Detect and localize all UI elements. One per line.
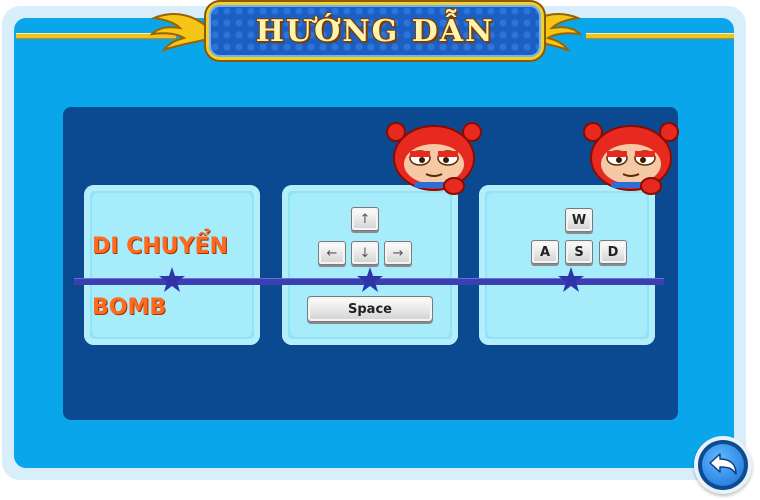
page-title: HƯỚNG DẪN — [255, 13, 495, 49]
back-arrow-icon[interactable] — [708, 452, 738, 478]
space-key: Space — [307, 296, 433, 322]
right-arrow-key: → — [384, 241, 412, 265]
w-key: W — [565, 208, 593, 232]
star-icon — [357, 267, 383, 292]
star-icon — [159, 267, 185, 292]
red-mascot-icon — [583, 122, 679, 195]
labels-card — [84, 185, 260, 345]
title-rule-right — [586, 33, 734, 39]
red-mascot-icon — [386, 122, 482, 195]
up-arrow-key: ↑ — [351, 207, 379, 231]
back-button[interactable] — [694, 436, 752, 494]
s-key: S — [565, 240, 593, 264]
d-key: D — [599, 240, 627, 264]
a-key: A — [531, 240, 559, 264]
left-arrow-key: ← — [318, 241, 346, 265]
down-arrow-key: ↓ — [351, 241, 379, 265]
bomb-label: BOMB — [92, 295, 167, 320]
move-label: DI CHUYỂN — [92, 234, 228, 259]
title-banner: HƯỚNG DẪN — [206, 2, 544, 60]
star-icon — [558, 267, 584, 292]
wing-left-icon — [150, 13, 213, 52]
